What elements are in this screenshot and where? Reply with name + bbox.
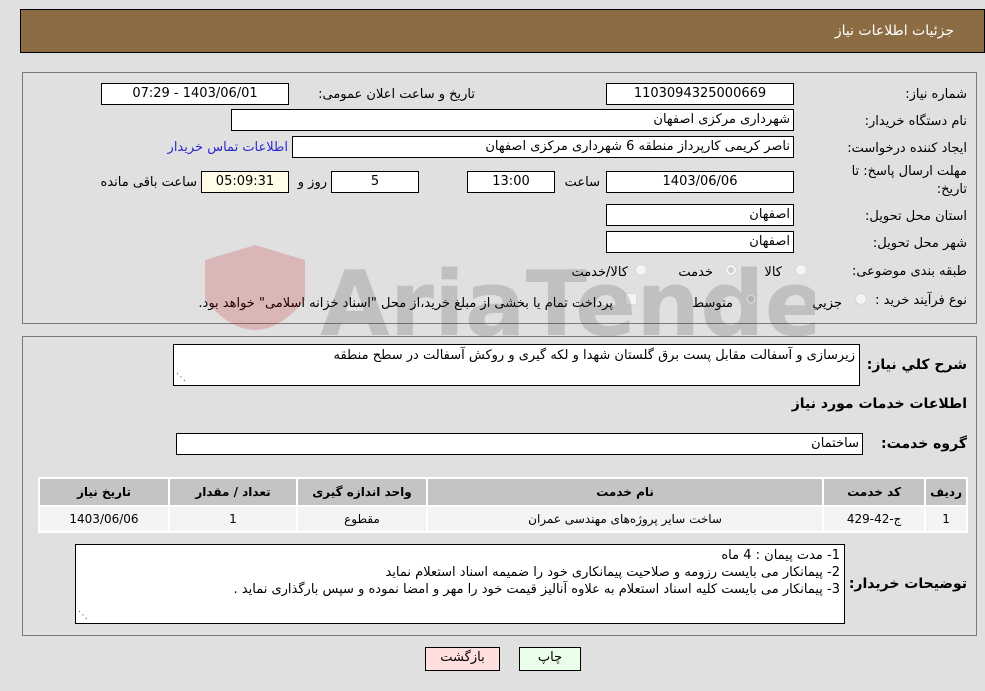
table-header-row: ردیف کد خدمت نام خدمت واحد اندازه گیری ت… (40, 479, 966, 505)
col-header-need-date: تاریخ نیاز (40, 479, 168, 505)
city-label: شهر محل تحویل: (872, 236, 967, 251)
buyer-notes-label: توضیحات خریدار: (848, 576, 967, 592)
deadline-label-line2: تاریخ: (936, 182, 967, 197)
col-header-quantity: تعداد / مقدار (170, 479, 296, 505)
back-button[interactable]: بازگشت (425, 647, 500, 671)
description-label: شرح کلي نیاز: (866, 357, 967, 373)
services-section-title: اطلاعات خدمات مورد نیاز (791, 396, 967, 412)
purchase-type-label: نوع فرآیند خرید : (875, 293, 967, 308)
cell-service-name: ساخت سایر پروژه‌های مهندسی عمران (428, 507, 823, 531)
category-radio-goods-service[interactable] (635, 264, 647, 276)
col-header-row-number: ردیف (926, 479, 966, 505)
col-header-unit: واحد اندازه گیری (298, 479, 426, 505)
resize-grip-icon[interactable]: ⋱ (78, 611, 88, 621)
treasury-checkbox[interactable] (625, 293, 637, 305)
purchase-type-option-medium: متوسط (692, 296, 733, 311)
cell-quantity: 1 (170, 507, 296, 531)
purchase-type-radio-minor[interactable] (855, 293, 867, 305)
category-option-goods-service: کالا/خدمت (571, 265, 628, 280)
need-number-label: شماره نیاز: (905, 87, 967, 102)
deadline-label-line1: مهلت ارسال پاسخ: تا (851, 164, 967, 179)
days-label: روز و (297, 175, 327, 190)
category-radio-goods[interactable] (795, 264, 807, 276)
buyer-org-label: نام دستگاه خریدار: (864, 114, 967, 129)
need-number-field: 1103094325000669 (606, 83, 794, 105)
category-radio-service[interactable] (725, 264, 737, 276)
buyer-note-line-2: 2- پیمانکار می بایست رزومه و صلاحیت پیما… (385, 565, 840, 580)
requester-label: ایجاد کننده درخواست: (847, 141, 967, 156)
time-remaining-label: ساعت باقی مانده (100, 175, 197, 190)
treasury-note: پرداخت تمام یا بخشی از مبلغ خرید،از محل … (198, 296, 613, 311)
page-header: جزئیات اطلاعات نیاز (20, 9, 985, 53)
buyer-notes-textarea[interactable]: 1- مدت پیمان : 4 ماه 2- پیمانکار می بایس… (75, 544, 845, 624)
announce-datetime-label: تاریخ و ساعت اعلان عمومی: (318, 87, 475, 102)
service-group-field: ساختمان (176, 433, 863, 455)
page-title: جزئیات اطلاعات نیاز (834, 23, 954, 39)
category-option-service: خدمت (678, 265, 713, 280)
services-table: ردیف کد خدمت نام خدمت واحد اندازه گیری ت… (38, 477, 968, 533)
city-field: اصفهان (606, 231, 794, 253)
deadline-time-field: 13:00 (467, 171, 555, 193)
category-option-goods: کالا (764, 265, 782, 280)
buyer-org-field: شهرداری مرکزی اصفهان (231, 109, 794, 131)
cell-service-code: ج-42-429 (824, 507, 925, 531)
requester-field: ناصر کریمی کارپرداز منطقه 6 شهرداری مرکز… (292, 136, 794, 158)
purchase-type-option-minor: جزیي (812, 296, 842, 311)
cell-unit: مقطوع (298, 507, 426, 531)
col-header-service-name: نام خدمت (428, 479, 823, 505)
province-label: استان محل تحویل: (865, 209, 967, 224)
service-group-label: گروه خدمت: (881, 436, 967, 452)
table-row: 1 ج-42-429 ساخت سایر پروژه‌های مهندسی عم… (40, 507, 966, 531)
province-field: اصفهان (606, 204, 794, 226)
col-header-service-code: کد خدمت (824, 479, 925, 505)
purchase-type-radio-medium[interactable] (745, 293, 757, 305)
time-remaining-field: 05:09:31 (201, 171, 289, 193)
resize-grip-icon[interactable]: ⋱ (176, 373, 186, 383)
deadline-date-field: 1403/06/06 (606, 171, 794, 193)
buyer-note-line-3: 3- پیمانکار می بایست کلیه اسناد استعلام … (233, 582, 840, 597)
days-remaining-field: 5 (331, 171, 419, 193)
cell-row-number: 1 (926, 507, 966, 531)
description-textarea[interactable]: زیرسازی و آسفالت مقابل پست برق گلستان شه… (173, 344, 860, 386)
buyer-note-line-1: 1- مدت پیمان : 4 ماه (721, 548, 840, 563)
category-label: طبقه بندی موضوعی: (851, 264, 967, 279)
announce-datetime-field: 1403/06/01 - 07:29 (101, 83, 289, 105)
cell-need-date: 1403/06/06 (40, 507, 168, 531)
print-button[interactable]: چاپ (519, 647, 581, 671)
description-text: زیرسازی و آسفالت مقابل پست برق گلستان شه… (333, 348, 855, 363)
deadline-time-label: ساعت (564, 175, 600, 190)
buyer-contact-link[interactable]: اطلاعات تماس خریدار (168, 140, 288, 155)
